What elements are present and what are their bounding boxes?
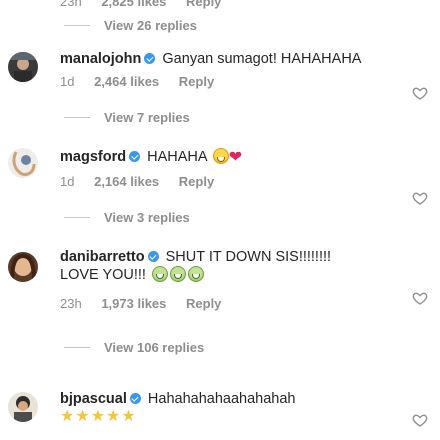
comment-likes[interactable]: 1,973 likes — [101, 296, 166, 311]
comment-body: Hahahahahaahahahah — [147, 391, 296, 407]
username[interactable]: manalojohn — [60, 51, 141, 67]
grinning-emoji-icon — [170, 266, 186, 282]
heart-icon[interactable] — [412, 290, 428, 306]
reply-button[interactable]: Reply — [179, 74, 214, 89]
view-replies-button[interactable]: View 3 replies — [64, 210, 190, 225]
comment-meta: 23h 1,973 likes Reply — [60, 296, 221, 311]
view-replies-button[interactable]: View 7 replies — [64, 110, 190, 125]
reply-button[interactable]: Reply — [186, 0, 221, 9]
comment-likes[interactable]: 2,825 likes — [101, 0, 166, 9]
replies-divider — [64, 25, 90, 26]
avatar[interactable] — [8, 52, 38, 82]
comment-body: HAHAHA — [147, 149, 207, 165]
view-replies-label: View 26 replies — [104, 18, 197, 33]
reply-button[interactable]: Reply — [186, 296, 221, 311]
view-replies-label: View 7 replies — [104, 110, 190, 125]
heart-icon[interactable] — [412, 85, 428, 101]
comment-time: 23h — [60, 296, 82, 311]
verified-badge-icon — [129, 393, 141, 404]
view-replies-label: View 106 replies — [104, 340, 205, 355]
replies-divider — [64, 117, 90, 118]
comment-likes[interactable]: 2,164 likes — [94, 174, 159, 189]
comment-text: magsford HAHAHA ❤ — [60, 148, 242, 167]
verified-badge-icon — [147, 251, 159, 262]
comment-text: bjpascual Hahahahahaahahahah ★★★★★ — [60, 390, 296, 426]
view-replies-button[interactable]: View 106 replies — [64, 340, 204, 355]
username[interactable]: magsford — [60, 149, 126, 165]
reply-button[interactable]: Reply — [179, 174, 214, 189]
grinning-emoji-icon — [212, 148, 229, 164]
comment-body-line2: LOVE YOU!!! — [60, 267, 146, 283]
heart-icon[interactable] — [412, 412, 428, 428]
comment-time: 1d — [60, 174, 75, 189]
comment-meta: 1d 2,464 likes Reply — [60, 74, 214, 89]
grinning-emoji-icon — [188, 266, 204, 282]
username[interactable]: bjpascual — [60, 391, 127, 407]
view-replies-button[interactable]: View 26 replies — [64, 18, 197, 33]
comment-text: manalojohn Ganyan sumagot! HAHAHAHA — [60, 50, 361, 68]
comment-likes[interactable]: 2,464 likes — [94, 74, 159, 89]
comment-time: 23h — [60, 0, 82, 9]
comment-meta: 1d 2,164 likes Reply — [60, 174, 214, 189]
avatar[interactable] — [8, 252, 38, 282]
grinning-emoji-icon — [152, 266, 168, 282]
username[interactable]: danibarretto — [60, 249, 145, 265]
star-emoji-icon: ★★★★★ — [60, 408, 137, 425]
verified-badge-icon — [144, 53, 156, 64]
replies-divider — [64, 347, 90, 348]
comment-body: Ganyan sumagot! HAHAHAHA — [162, 51, 362, 67]
avatar[interactable] — [8, 392, 38, 422]
comment-text: danibarretto SHUT IT DOWN SIS!!!!!!!! LO… — [60, 248, 331, 284]
comment-meta-top: 23h 2,825 likes Reply — [60, 0, 221, 9]
avatar[interactable] — [8, 148, 38, 178]
comment-time: 1d — [60, 74, 75, 89]
red-heart-emoji-icon: ❤ — [228, 149, 243, 166]
replies-divider — [64, 217, 90, 218]
heart-icon[interactable] — [412, 190, 428, 206]
verified-badge-icon — [129, 151, 141, 162]
comment-body: SHUT IT DOWN SIS!!!!!!!! — [165, 249, 332, 265]
view-replies-label: View 3 replies — [104, 210, 190, 225]
